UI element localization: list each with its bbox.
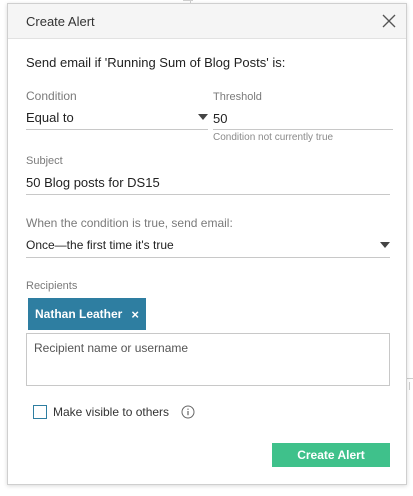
- recipient-chip-name: Nathan Leather: [35, 307, 123, 321]
- dialog-titlebar: Create Alert: [8, 4, 406, 39]
- condition-dropdown[interactable]: Equal to: [26, 104, 208, 130]
- alert-headline: Send email if 'Running Sum of Blog Posts…: [26, 55, 286, 70]
- backdrop-line: [409, 382, 410, 390]
- recipients-label: Recipients: [26, 280, 78, 292]
- chevron-down-icon: [380, 242, 390, 248]
- create-alert-dialog: Create Alert Send email if 'Running Sum …: [7, 3, 407, 485]
- threshold-status-note: Condition not currently true: [213, 132, 334, 143]
- threshold-underline: [213, 129, 393, 130]
- recipient-chip: Nathan Leather ×: [28, 298, 146, 330]
- frequency-dropdown[interactable]: Once—the first time it's true: [26, 232, 390, 258]
- info-icon[interactable]: [181, 405, 195, 419]
- condition-label: Condition: [26, 89, 77, 103]
- threshold-label: Threshold: [213, 91, 262, 103]
- remove-recipient-icon[interactable]: ×: [131, 307, 139, 322]
- recipient-search-input[interactable]: Recipient name or username: [26, 333, 390, 386]
- subject-input[interactable]: 50 Blog posts for DS15: [26, 169, 390, 195]
- make-visible-label[interactable]: Make visible to others: [53, 405, 169, 419]
- threshold-value: 50: [213, 111, 228, 126]
- chevron-down-icon: [198, 114, 208, 120]
- frequency-value: Once—the first time it's true: [26, 238, 174, 252]
- backdrop-line: [183, 0, 193, 1]
- make-visible-checkbox[interactable]: [33, 405, 47, 419]
- backdrop-line: [406, 378, 413, 379]
- condition-underline: [26, 129, 208, 130]
- subject-underline: [26, 194, 390, 195]
- subject-value: 50 Blog posts for DS15: [26, 175, 160, 190]
- frequency-underline: [26, 257, 390, 258]
- threshold-input[interactable]: 50: [213, 104, 393, 130]
- close-icon[interactable]: [380, 12, 398, 30]
- condition-value: Equal to: [26, 110, 74, 125]
- subject-label: Subject: [26, 155, 63, 167]
- frequency-label: When the condition is true, send email:: [26, 216, 233, 230]
- create-alert-button[interactable]: Create Alert: [272, 443, 390, 467]
- dialog-title: Create Alert: [26, 14, 95, 29]
